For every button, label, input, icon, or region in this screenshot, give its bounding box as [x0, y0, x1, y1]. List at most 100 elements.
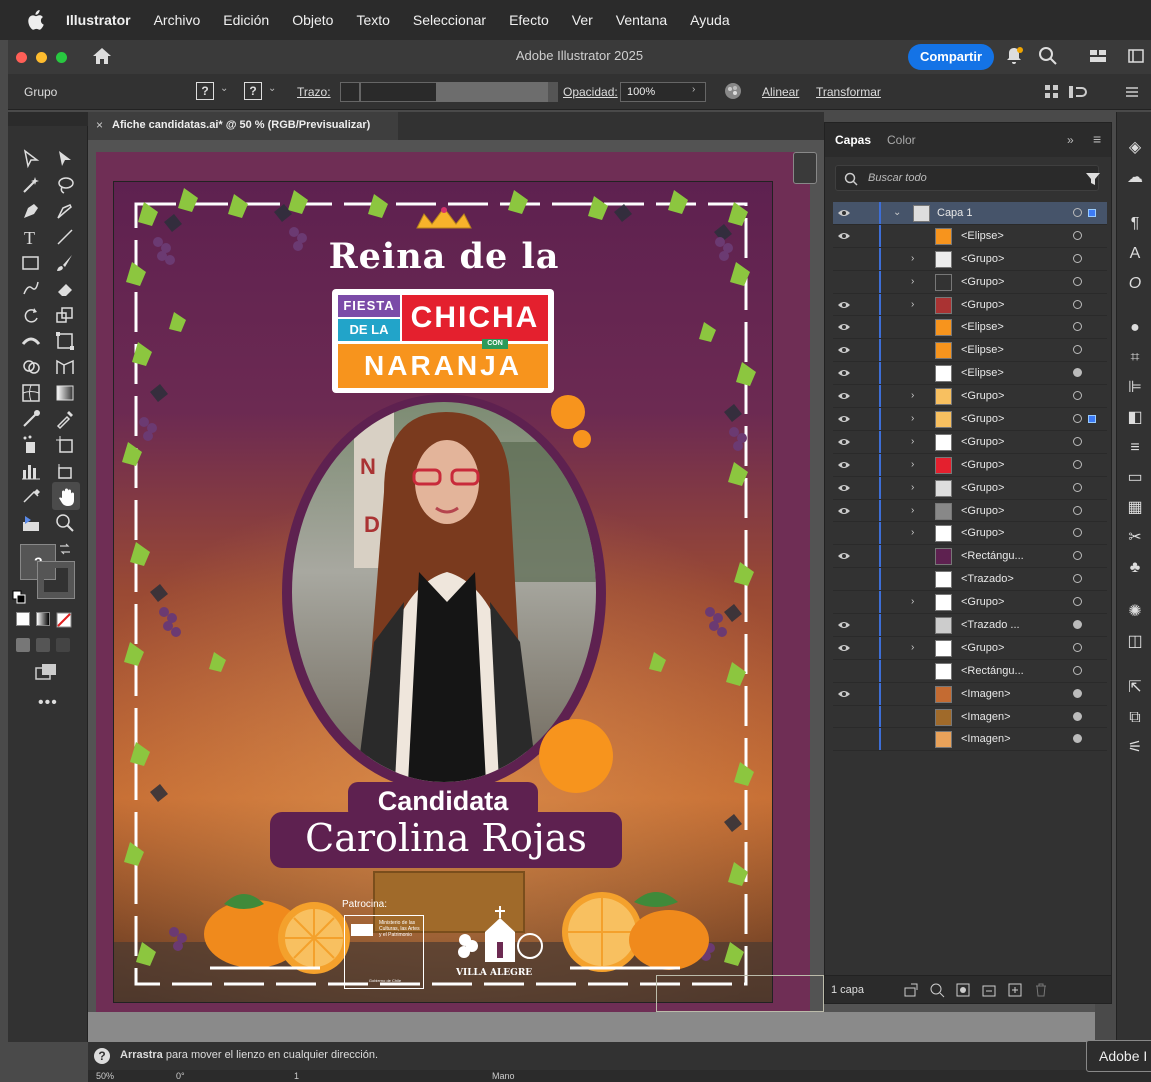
visibility-eye-icon[interactable]: [837, 483, 851, 493]
layer-name[interactable]: <Elipse>: [961, 230, 1004, 242]
width-tool-icon[interactable]: [20, 330, 42, 352]
menu-seleccionar[interactable]: Seleccionar: [413, 12, 486, 28]
visibility-toggle[interactable]: [837, 597, 851, 607]
visibility-eye-icon[interactable]: [837, 460, 851, 470]
export-panel-icon[interactable]: ⇱: [1125, 678, 1145, 698]
arrange-grid-icon[interactable]: [1044, 84, 1060, 100]
symbol-sprayer-tool-icon[interactable]: [20, 434, 42, 456]
target-circle-icon[interactable]: [1073, 711, 1082, 721]
opacity-label[interactable]: Opacidad:: [563, 85, 618, 99]
selection-tool-icon[interactable]: [54, 148, 76, 170]
properties-icon[interactable]: ⚟: [1125, 738, 1145, 758]
ministry-logo[interactable]: Ministerio de las Culturas, las Artes y …: [344, 915, 424, 989]
layer-row[interactable]: › <Grupo>: [833, 499, 1107, 523]
magic-wand-tool-icon[interactable]: [20, 174, 42, 196]
target-circle-icon[interactable]: [1073, 414, 1082, 424]
rotation-angle[interactable]: 0°: [176, 1071, 185, 1081]
expand-arrow-icon[interactable]: ›: [911, 482, 914, 493]
target-circle-icon[interactable]: [1073, 368, 1082, 378]
lasso-tool-icon[interactable]: [54, 174, 76, 196]
zoom-level[interactable]: 50%: [96, 1071, 114, 1081]
none-mode-icon[interactable]: [56, 612, 72, 628]
swatches-icon[interactable]: ◫: [1125, 632, 1145, 652]
appearance-icon[interactable]: ●: [1125, 318, 1145, 338]
pen-tool-icon[interactable]: [20, 200, 42, 222]
target-circle-icon[interactable]: [1073, 665, 1082, 675]
opacity-arrow-icon[interactable]: ›: [692, 84, 695, 95]
locate-object-icon[interactable]: [929, 982, 945, 998]
panel-toggle-icon[interactable]: [1126, 46, 1146, 66]
symbols-icon[interactable]: ♣: [1125, 558, 1145, 578]
expand-arrow-icon[interactable]: ›: [911, 253, 914, 264]
notifications-icon[interactable]: [1004, 46, 1024, 66]
libraries-icon[interactable]: ☁: [1125, 168, 1145, 188]
curvature-tool-icon[interactable]: [54, 200, 76, 222]
layer-name[interactable]: <Elipse>: [961, 321, 1004, 333]
layer-row[interactable]: › <Grupo>: [833, 636, 1107, 660]
tab-color[interactable]: Color: [887, 133, 916, 147]
brushes-icon[interactable]: ✂: [1125, 528, 1145, 548]
variable-width-profile[interactable]: [436, 82, 548, 102]
filter-icon[interactable]: [1085, 171, 1101, 187]
isolate-icon[interactable]: [1068, 84, 1090, 100]
gradient-tool-icon[interactable]: [54, 382, 76, 404]
layer-name[interactable]: <Elipse>: [961, 344, 1004, 356]
layer-row[interactable]: › <Grupo>: [833, 591, 1107, 615]
visibility-eye-icon[interactable]: [837, 551, 851, 561]
layers-search-field[interactable]: Buscar todo: [835, 165, 1099, 191]
hand-tool-icon[interactable]: [56, 486, 78, 508]
target-circle-icon[interactable]: [1073, 299, 1082, 309]
target-circle-icon[interactable]: [1073, 322, 1082, 332]
pathfinder-icon[interactable]: ◧: [1125, 408, 1145, 428]
expand-arrow-icon[interactable]: ›: [911, 505, 914, 516]
layer-name[interactable]: <Grupo>: [961, 482, 1004, 494]
layer-name[interactable]: <Grupo>: [961, 596, 1004, 608]
menu-archivo[interactable]: Archivo: [154, 12, 201, 28]
scale-tool-icon[interactable]: [54, 304, 76, 326]
layer-name[interactable]: <Grupo>: [961, 253, 1004, 265]
column-graph-tool-icon[interactable]: [20, 460, 42, 482]
workspace-icon[interactable]: [1088, 46, 1108, 66]
slice-tool-icon[interactable]: [54, 460, 76, 482]
layer-row[interactable]: › <Grupo>: [833, 247, 1107, 271]
poster-artboard[interactable]: Reina de la FIESTA DE LA CHICHA NARANJA …: [113, 181, 773, 1003]
tab-capas[interactable]: Capas: [835, 133, 871, 147]
layer-row[interactable]: › <Grupo>: [833, 453, 1107, 477]
visibility-eye-icon[interactable]: [837, 322, 851, 332]
stroke-dropdown-icon[interactable]: ⌄: [268, 83, 276, 94]
layer-name[interactable]: <Imagen>: [961, 733, 1011, 745]
layer-row[interactable]: <Imagen>: [833, 682, 1107, 706]
character-icon[interactable]: A: [1125, 244, 1145, 264]
target-circle-icon[interactable]: [1073, 528, 1082, 538]
opentype-icon[interactable]: O: [1125, 274, 1145, 294]
transparency-icon[interactable]: ▦: [1125, 498, 1145, 518]
target-circle-icon[interactable]: [1073, 436, 1082, 446]
target-circle-icon[interactable]: [1073, 642, 1082, 652]
selected-art-indicator[interactable]: [1088, 415, 1096, 424]
align-panel-icon[interactable]: ⊫: [1125, 378, 1145, 398]
target-circle-icon[interactable]: [1073, 482, 1082, 492]
recolor-icon[interactable]: [724, 82, 742, 100]
draw-inside-icon[interactable]: [56, 638, 70, 652]
menu-texto[interactable]: Texto: [356, 12, 389, 28]
menu-ventana[interactable]: Ventana: [616, 12, 667, 28]
visibility-toggle[interactable]: [837, 712, 851, 722]
shape-builder-tool-icon[interactable]: [20, 356, 42, 378]
layer-row[interactable]: › <Grupo>: [833, 293, 1107, 317]
color-mode-icon[interactable]: [16, 612, 30, 626]
layer-name[interactable]: <Elipse>: [961, 367, 1004, 379]
visibility-eye-icon[interactable]: [837, 391, 851, 401]
stroke-swatch[interactable]: ?: [244, 82, 262, 100]
visibility-toggle[interactable]: [837, 254, 851, 264]
target-circle-icon[interactable]: [1073, 345, 1082, 355]
type-tool-icon[interactable]: T: [20, 226, 42, 248]
layers-panel-icon[interactable]: ◈: [1125, 138, 1145, 158]
direct-selection-tool-icon[interactable]: [20, 148, 42, 170]
control-menu-icon[interactable]: [1124, 84, 1140, 100]
expand-arrow-icon[interactable]: ›: [911, 642, 914, 653]
layer-name[interactable]: Capa 1: [937, 207, 972, 219]
layer-name[interactable]: <Grupo>: [961, 390, 1004, 402]
blend-tool-icon[interactable]: [20, 408, 42, 430]
target-circle-icon[interactable]: [1073, 505, 1082, 515]
expand-arrow-icon[interactable]: ›: [911, 436, 914, 447]
